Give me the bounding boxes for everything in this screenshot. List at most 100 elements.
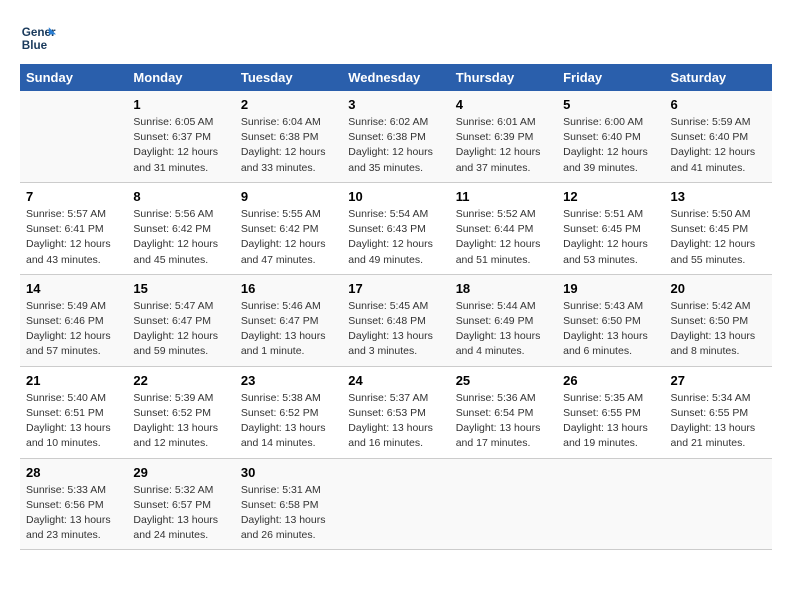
calendar-cell: 3Sunrise: 6:02 AMSunset: 6:38 PMDaylight… — [342, 91, 449, 182]
day-number: 29 — [133, 465, 228, 480]
day-info: Sunrise: 6:05 AMSunset: 6:37 PMDaylight:… — [133, 115, 228, 176]
logo: General Blue — [20, 20, 62, 56]
day-info: Sunrise: 5:56 AMSunset: 6:42 PMDaylight:… — [133, 207, 228, 268]
day-number: 11 — [456, 189, 551, 204]
weekday-header-saturday: Saturday — [665, 64, 772, 91]
calendar-week-row: 28 Sunrise: 5:33 AMSunset: 6:56 PMDayligh… — [20, 458, 772, 550]
calendar-cell: 24 Sunrise: 5:37 AMSunset: 6:53 PMDayligh… — [342, 366, 449, 458]
day-number: 13 — [671, 189, 766, 204]
day-info: Sunrise: 5:51 AMSunset: 6:45 PMDaylight:… — [563, 207, 658, 268]
calendar-cell — [20, 91, 127, 182]
calendar-cell: 30 Sunrise: 5:31 AMSunset: 6:58 PMDayligh… — [235, 458, 342, 550]
day-info: Sunrise: 5:43 AMSunset: 6:50 PMDaylight:… — [563, 299, 658, 360]
day-number: 25 — [456, 373, 551, 388]
calendar-cell: 16Sunrise: 5:46 AMSunset: 6:47 PMDayligh… — [235, 274, 342, 366]
day-info: Sunrise: 5:45 AMSunset: 6:48 PMDaylight:… — [348, 299, 443, 360]
calendar-cell: 5 Sunrise: 6:00 AMSunset: 6:40 PMDaylight… — [557, 91, 664, 182]
day-info: Sunrise: 6:01 AMSunset: 6:39 PMDaylight:… — [456, 115, 551, 176]
day-number: 28 — [26, 465, 121, 480]
calendar-cell: 9 Sunrise: 5:55 AMSunset: 6:42 PMDaylight… — [235, 182, 342, 274]
calendar-cell: 10 Sunrise: 5:54 AMSunset: 6:43 PMDayligh… — [342, 182, 449, 274]
calendar-cell: 15 Sunrise: 5:47 AMSunset: 6:47 PMDayligh… — [127, 274, 234, 366]
calendar-cell: 12 Sunrise: 5:51 AMSunset: 6:45 PMDayligh… — [557, 182, 664, 274]
weekday-header-sunday: Sunday — [20, 64, 127, 91]
day-info: Sunrise: 5:47 AMSunset: 6:47 PMDaylight:… — [133, 299, 228, 360]
calendar-cell: 21 Sunrise: 5:40 AMSunset: 6:51 PMDayligh… — [20, 366, 127, 458]
day-info: Sunrise: 5:55 AMSunset: 6:42 PMDaylight:… — [241, 207, 336, 268]
calendar-cell: 14 Sunrise: 5:49 AMSunset: 6:46 PMDayligh… — [20, 274, 127, 366]
day-info: Sunrise: 5:33 AMSunset: 6:56 PMDaylight:… — [26, 483, 121, 544]
day-info: Sunrise: 5:44 AMSunset: 6:49 PMDaylight:… — [456, 299, 551, 360]
calendar-cell: 18 Sunrise: 5:44 AMSunset: 6:49 PMDayligh… — [450, 274, 557, 366]
calendar-cell: 19 Sunrise: 5:43 AMSunset: 6:50 PMDayligh… — [557, 274, 664, 366]
day-number: 20 — [671, 281, 766, 296]
day-info: Sunrise: 5:32 AMSunset: 6:57 PMDaylight:… — [133, 483, 228, 544]
day-number: 5 — [563, 97, 658, 112]
day-info: Sunrise: 5:37 AMSunset: 6:53 PMDaylight:… — [348, 391, 443, 452]
day-number: 15 — [133, 281, 228, 296]
weekday-header-wednesday: Wednesday — [342, 64, 449, 91]
day-info: Sunrise: 5:49 AMSunset: 6:46 PMDaylight:… — [26, 299, 121, 360]
weekday-header-friday: Friday — [557, 64, 664, 91]
day-info: Sunrise: 5:34 AMSunset: 6:55 PMDaylight:… — [671, 391, 766, 452]
day-number: 1 — [133, 97, 228, 112]
calendar-cell: 28 Sunrise: 5:33 AMSunset: 6:56 PMDayligh… — [20, 458, 127, 550]
calendar-table: SundayMondayTuesdayWednesdayThursdayFrid… — [20, 64, 772, 550]
logo-icon: General Blue — [20, 20, 56, 56]
day-number: 14 — [26, 281, 121, 296]
weekday-header-thursday: Thursday — [450, 64, 557, 91]
calendar-cell: 20 Sunrise: 5:42 AMSunset: 6:50 PMDayligh… — [665, 274, 772, 366]
day-info: Sunrise: 5:42 AMSunset: 6:50 PMDaylight:… — [671, 299, 766, 360]
day-info: Sunrise: 5:59 AMSunset: 6:40 PMDaylight:… — [671, 115, 766, 176]
day-number: 9 — [241, 189, 336, 204]
calendar-cell: 25Sunrise: 5:36 AMSunset: 6:54 PMDayligh… — [450, 366, 557, 458]
day-info: Sunrise: 5:52 AMSunset: 6:44 PMDaylight:… — [456, 207, 551, 268]
calendar-cell: 8 Sunrise: 5:56 AMSunset: 6:42 PMDaylight… — [127, 182, 234, 274]
calendar-cell: 26 Sunrise: 5:35 AMSunset: 6:55 PMDayligh… — [557, 366, 664, 458]
day-info: Sunrise: 5:35 AMSunset: 6:55 PMDaylight:… — [563, 391, 658, 452]
day-number: 18 — [456, 281, 551, 296]
day-info: Sunrise: 5:31 AMSunset: 6:58 PMDaylight:… — [241, 483, 336, 544]
calendar-cell: 22 Sunrise: 5:39 AMSunset: 6:52 PMDayligh… — [127, 366, 234, 458]
day-number: 10 — [348, 189, 443, 204]
calendar-cell: 6 Sunrise: 5:59 AMSunset: 6:40 PMDaylight… — [665, 91, 772, 182]
day-number: 17 — [348, 281, 443, 296]
calendar-cell: 29 Sunrise: 5:32 AMSunset: 6:57 PMDayligh… — [127, 458, 234, 550]
day-number: 12 — [563, 189, 658, 204]
day-number: 21 — [26, 373, 121, 388]
calendar-cell: 2 Sunrise: 6:04 AMSunset: 6:38 PMDaylight… — [235, 91, 342, 182]
calendar-cell: 11 Sunrise: 5:52 AMSunset: 6:44 PMDayligh… — [450, 182, 557, 274]
day-info: Sunrise: 5:39 AMSunset: 6:52 PMDaylight:… — [133, 391, 228, 452]
calendar-cell: 1 Sunrise: 6:05 AMSunset: 6:37 PMDaylight… — [127, 91, 234, 182]
day-number: 26 — [563, 373, 658, 388]
day-number: 19 — [563, 281, 658, 296]
weekday-header-row: SundayMondayTuesdayWednesdayThursdayFrid… — [20, 64, 772, 91]
day-number: 22 — [133, 373, 228, 388]
day-info: Sunrise: 5:46 AMSunset: 6:47 PMDaylight:… — [241, 299, 336, 360]
calendar-cell — [450, 458, 557, 550]
calendar-week-row: 1 Sunrise: 6:05 AMSunset: 6:37 PMDaylight… — [20, 91, 772, 182]
day-number: 2 — [241, 97, 336, 112]
day-info: Sunrise: 5:40 AMSunset: 6:51 PMDaylight:… — [26, 391, 121, 452]
calendar-week-row: 21 Sunrise: 5:40 AMSunset: 6:51 PMDayligh… — [20, 366, 772, 458]
day-info: Sunrise: 6:00 AMSunset: 6:40 PMDaylight:… — [563, 115, 658, 176]
day-number: 6 — [671, 97, 766, 112]
calendar-cell: 17 Sunrise: 5:45 AMSunset: 6:48 PMDayligh… — [342, 274, 449, 366]
day-info: Sunrise: 5:57 AMSunset: 6:41 PMDaylight:… — [26, 207, 121, 268]
day-info: Sunrise: 5:38 AMSunset: 6:52 PMDaylight:… — [241, 391, 336, 452]
day-number: 7 — [26, 189, 121, 204]
day-number: 8 — [133, 189, 228, 204]
calendar-cell — [342, 458, 449, 550]
page-header: General Blue — [20, 20, 772, 56]
day-info: Sunrise: 5:54 AMSunset: 6:43 PMDaylight:… — [348, 207, 443, 268]
day-number: 4 — [456, 97, 551, 112]
calendar-cell — [665, 458, 772, 550]
calendar-cell: 7 Sunrise: 5:57 AMSunset: 6:41 PMDaylight… — [20, 182, 127, 274]
calendar-cell: 4 Sunrise: 6:01 AMSunset: 6:39 PMDaylight… — [450, 91, 557, 182]
calendar-cell: 13Sunrise: 5:50 AMSunset: 6:45 PMDayligh… — [665, 182, 772, 274]
svg-text:Blue: Blue — [22, 39, 48, 52]
day-number: 24 — [348, 373, 443, 388]
day-number: 30 — [241, 465, 336, 480]
day-info: Sunrise: 6:04 AMSunset: 6:38 PMDaylight:… — [241, 115, 336, 176]
calendar-cell: 27Sunrise: 5:34 AMSunset: 6:55 PMDayligh… — [665, 366, 772, 458]
